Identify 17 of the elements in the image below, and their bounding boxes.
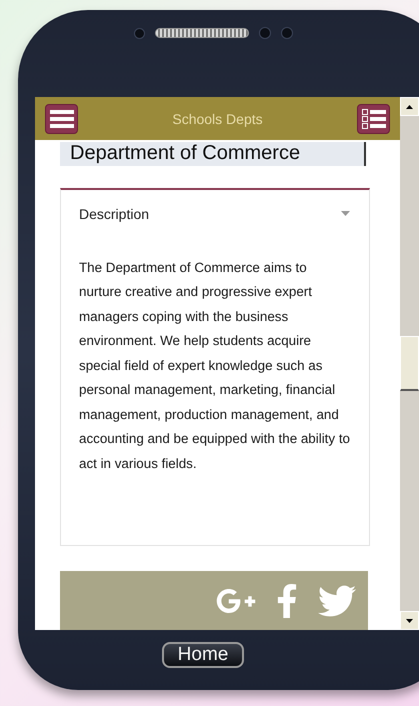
sensor-icon	[280, 27, 292, 39]
list-icon	[362, 108, 386, 128]
scrollbar[interactable]	[400, 97, 419, 630]
scroll-thumb[interactable]	[400, 336, 419, 391]
menu-button[interactable]	[45, 104, 78, 134]
up-arrow-icon	[406, 104, 413, 108]
header-title: Schools Depts	[172, 110, 263, 126]
list-button[interactable]	[357, 104, 390, 134]
camera-icon	[134, 28, 144, 38]
department-field[interactable]: Department of Commerce	[60, 142, 366, 166]
section-title: Description	[79, 206, 150, 222]
caret-icon[interactable]	[341, 211, 350, 216]
menu-icon	[50, 110, 74, 128]
home-button[interactable]: Home	[162, 642, 244, 668]
description-text: The Department of Commerce aims to nurture creative and progressive expert managers coping with the business environment. We help students acquire special field of expert knowledge such as personal management, marketing, financial management, production management, and accounting and be equipped with the ability to act in various fields.	[79, 258, 350, 473]
down-arrow-icon	[406, 618, 413, 622]
sensor-icon	[258, 27, 270, 39]
